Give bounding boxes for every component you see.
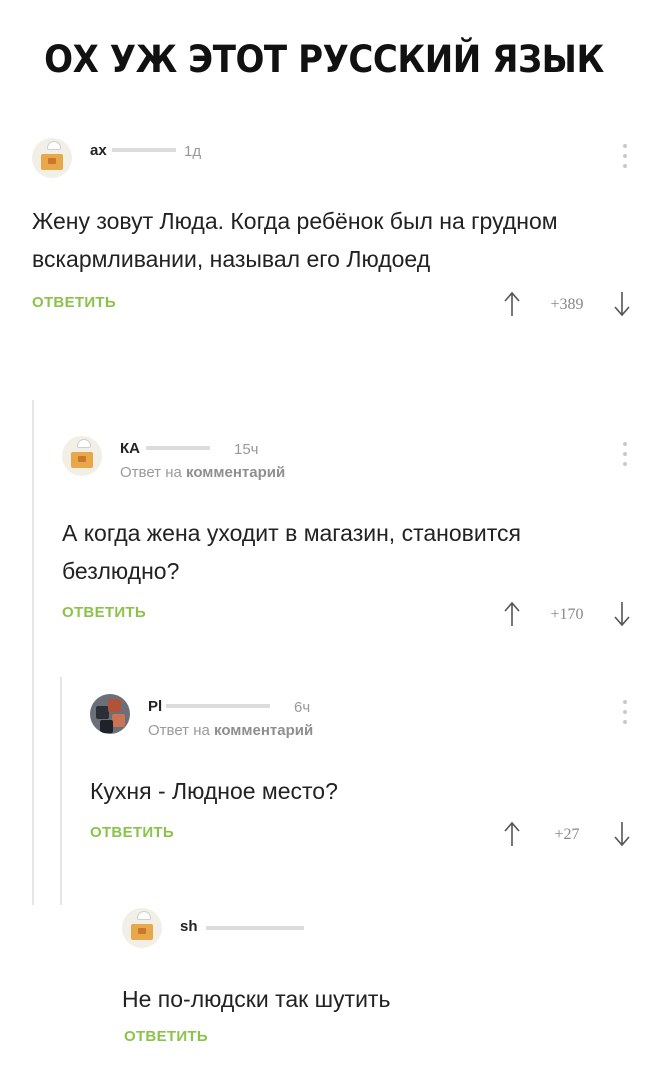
more-menu-icon[interactable] — [618, 700, 632, 726]
reply-to-link[interactable]: комментарий — [214, 722, 313, 739]
pixel-avatar-icon[interactable] — [90, 694, 130, 734]
reply-to-link[interactable]: комментарий — [186, 464, 285, 481]
vote-score: +389 — [550, 296, 584, 313]
reply-button[interactable]: ОТВЕТИТЬ — [90, 824, 174, 841]
more-menu-icon[interactable] — [618, 144, 632, 170]
comment-header: sh — [122, 904, 632, 964]
reply-to-prefix: Ответ на — [120, 464, 182, 481]
vote-controls: +170 — [502, 598, 632, 628]
comment: КА 15ч Ответ на комментарий А когда жена… — [62, 432, 632, 636]
upvote-arrow-icon[interactable] — [502, 600, 522, 628]
comment-time: 6ч — [294, 699, 311, 716]
upvote-arrow-icon[interactable] — [502, 290, 522, 318]
more-menu-icon[interactable] — [618, 442, 632, 468]
username[interactable]: КА — [120, 440, 140, 457]
upvote-arrow-icon[interactable] — [502, 820, 522, 848]
comment-text: А когда жена уходит в магазин, становитс… — [62, 520, 521, 584]
vote-controls: +389 — [502, 288, 632, 318]
comment-text: Жену зовут Люда. Когда ребёнок был на гр… — [32, 208, 558, 272]
username[interactable]: ах — [90, 142, 107, 159]
comment-time: 15ч — [234, 441, 259, 458]
reply-button[interactable]: ОТВЕТИТЬ — [124, 1028, 208, 1045]
username-mask — [166, 704, 270, 708]
comment-time: 1д — [184, 143, 202, 160]
reply-button[interactable]: ОТВЕТИТЬ — [32, 294, 116, 311]
comment-header: Pl 6ч Ответ на комментарий — [90, 690, 632, 750]
username-mask — [206, 926, 304, 930]
reply-button[interactable]: ОТВЕТИТЬ — [62, 604, 146, 621]
comment-footer: ОТВЕТИТЬ +27 — [90, 816, 632, 856]
downvote-arrow-icon[interactable] — [612, 820, 632, 848]
comment-footer: ОТВЕТИТЬ — [122, 1020, 632, 1060]
comment-text: Кухня - Людное место? — [90, 778, 338, 804]
thread-line — [60, 677, 62, 905]
thread-line — [32, 400, 34, 905]
cake-avatar-icon[interactable] — [62, 436, 102, 476]
downvote-arrow-icon[interactable] — [612, 290, 632, 318]
username[interactable]: sh — [180, 918, 198, 935]
page-title: ОХ УЖ ЭТОТ РУССКИЙ ЯЗЫК — [44, 38, 604, 81]
username[interactable]: Pl — [148, 698, 162, 715]
vote-controls: +27 — [502, 818, 632, 848]
comment-footer: ОТВЕТИТЬ +170 — [62, 596, 632, 636]
comment-text: Не по-людски так шутить — [122, 986, 391, 1012]
cake-avatar-icon[interactable] — [122, 908, 162, 948]
vote-score: +170 — [550, 606, 584, 623]
username-mask — [112, 148, 176, 152]
comment: ах 1д Жену зовут Люда. Когда ребёнок был… — [32, 134, 632, 326]
vote-score: +27 — [554, 826, 580, 843]
comment-header: ах 1д — [32, 134, 632, 194]
username-mask — [146, 446, 210, 450]
cake-avatar-icon[interactable] — [32, 138, 72, 178]
downvote-arrow-icon[interactable] — [612, 600, 632, 628]
comment-header: КА 15ч Ответ на комментарий — [62, 432, 632, 492]
comment-footer: ОТВЕТИТЬ +389 — [32, 286, 632, 326]
reply-to-prefix: Ответ на — [148, 722, 210, 739]
comment: Pl 6ч Ответ на комментарий Кухня - Людно… — [90, 690, 632, 856]
reply-to-label: Ответ на комментарий — [148, 722, 313, 739]
reply-to-label: Ответ на комментарий — [120, 464, 285, 481]
comment: sh Не по-людски так шутить ОТВЕТИТЬ — [122, 904, 632, 1060]
